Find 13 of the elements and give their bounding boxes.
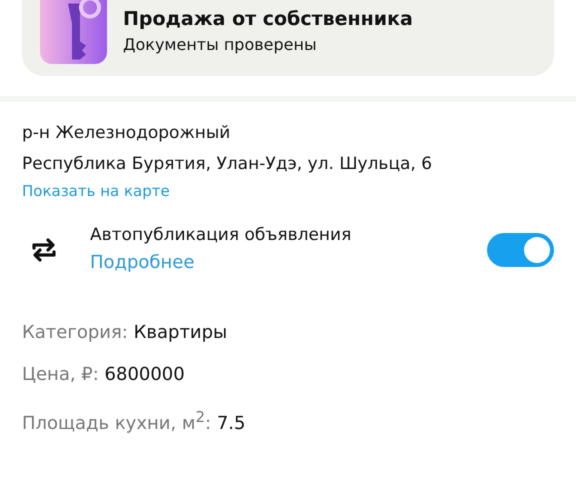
repeat-icon (30, 236, 58, 264)
autopublish-title: Автопубликация объявления (90, 224, 352, 247)
more-link[interactable]: Подробнее (90, 248, 487, 278)
address-text: Республика Бурятия, Улан-Удэ, ул. Шульца, 6 (22, 153, 434, 176)
detail-row-text: Категория: Квартиры (22, 321, 228, 345)
card-title: Продажа от собственника (123, 9, 413, 29)
detail-row-text: Цена, ₽: 6800000 (22, 363, 186, 387)
key-icon (40, 0, 107, 64)
district-text: р-н Железнодорожный (22, 122, 232, 145)
detail-row-text: Площадь кухни, м$^{2}$: 7.5 (22, 407, 246, 436)
card-subtitle: Документы проверены (123, 35, 318, 54)
map-link[interactable]: Показать на карте (22, 180, 554, 202)
autopublish-toggle[interactable] (487, 233, 554, 267)
